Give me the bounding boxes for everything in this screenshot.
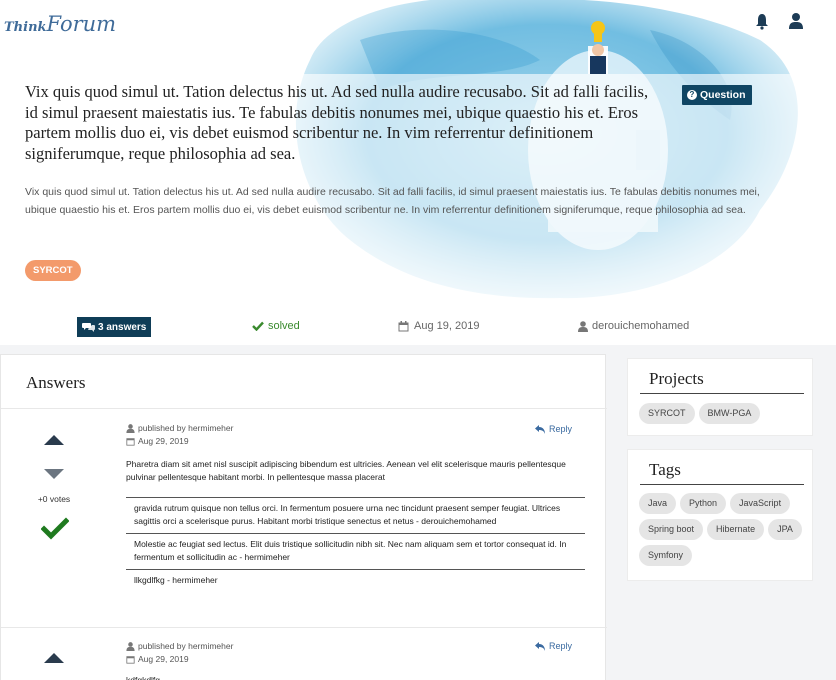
question-hero: Vix quis quod simul ut. Tation delectus …	[0, 0, 836, 345]
reply-label: Reply	[549, 641, 573, 651]
accepted-check-icon[interactable]	[41, 517, 69, 541]
calendar-icon	[126, 437, 135, 446]
tag-chip[interactable]: JPA	[768, 519, 802, 540]
upvote-arrow-icon[interactable]	[44, 653, 64, 663]
reply-button[interactable]: Reply	[535, 424, 572, 434]
question-title[interactable]: Vix quis quod simul ut. Tation delectus …	[25, 82, 665, 164]
comments-list: gravida rutrum quisque non tellus orci. …	[126, 497, 585, 592]
answer-body: kdfgkdlfg	[126, 675, 161, 680]
tag-chip[interactable]: Java	[639, 493, 677, 514]
question-author-label: derouichemohamed	[592, 320, 690, 332]
divider	[640, 393, 804, 394]
tag-chip[interactable]: JavaScript	[730, 493, 791, 514]
answers-count-label: 3 answers	[98, 321, 147, 333]
answer-item: published by hermimeher Aug 29, 2019 Rep…	[1, 628, 607, 680]
logo-forum: Forum	[46, 12, 117, 36]
question-type-badge: ? Question	[682, 85, 752, 105]
question-icon: ?	[687, 90, 697, 100]
solved-status: solved	[252, 320, 300, 332]
reply-icon	[535, 641, 545, 651]
user-icon	[126, 423, 135, 433]
answer-author: published by hermimeher	[126, 423, 233, 433]
question-date-label: Aug 19, 2019	[414, 320, 480, 332]
answer-author-label: published by hermimeher	[138, 641, 234, 651]
upvote-arrow-icon[interactable]	[44, 435, 64, 445]
comment-item: gravida rutrum quisque non tellus orci. …	[126, 497, 585, 533]
answer-date: Aug 29, 2019	[126, 436, 189, 446]
question-stats: 3 answers solved Aug 19, 2019 derouichem…	[0, 316, 816, 340]
tag-chip[interactable]: Hibernate	[707, 519, 765, 540]
projects-title: Projects	[649, 369, 704, 388]
question-type-label: Question	[700, 89, 746, 101]
tags-title: Tags	[649, 460, 681, 479]
tag-chip[interactable]: Symfony	[639, 545, 693, 566]
calendar-icon	[398, 320, 409, 331]
thinkforum-logo[interactable]: ThinkForum	[4, 12, 116, 36]
projects-card: Projects SYRCOT BMW-PGA	[627, 358, 813, 436]
project-chip[interactable]: SYRCOT	[639, 403, 695, 424]
reply-button[interactable]: Reply	[535, 641, 572, 651]
tags-list: Java Python JavaScript Spring boot Hiber…	[639, 493, 809, 566]
question-body: Vix quis quod simul ut. Tation delectus …	[25, 186, 760, 216]
answer-author-label: published by hermimeher	[138, 423, 234, 433]
vote-count: +0 votes	[37, 494, 71, 504]
top-navbar: ThinkForum	[0, 0, 836, 46]
comment-item: llkgdlfkg - hermimeher	[126, 569, 585, 592]
answers-count-badge[interactable]: 3 answers	[77, 317, 152, 337]
bell-icon[interactable]	[754, 12, 770, 30]
answers-heading: Answers	[26, 373, 86, 392]
divider	[640, 484, 804, 485]
comment-item: Molestie ac feugiat sed lectus. Elit dui…	[126, 533, 585, 569]
downvote-arrow-icon[interactable]	[44, 469, 64, 479]
project-chip[interactable]: BMW-PGA	[698, 403, 761, 424]
comments-icon	[82, 323, 95, 332]
question-author[interactable]: derouichemohamed	[578, 320, 689, 332]
answer-author: published by hermimeher	[126, 641, 233, 651]
question-tag[interactable]: SYRCOT	[25, 260, 81, 281]
check-icon	[252, 321, 264, 331]
projects-list: SYRCOT BMW-PGA	[639, 403, 809, 424]
tags-card: Tags Java Python JavaScript Spring boot …	[627, 449, 813, 581]
answer-date-label: Aug 29, 2019	[138, 436, 189, 446]
answer-date: Aug 29, 2019	[126, 654, 189, 664]
logo-think: Think	[4, 20, 47, 35]
user-icon[interactable]	[788, 12, 804, 30]
user-icon	[578, 320, 588, 332]
tag-chip[interactable]: Python	[680, 493, 727, 514]
reply-icon	[535, 424, 545, 434]
answer-item: +0 votes published by hermimeher Aug 29,…	[1, 409, 607, 627]
reply-label: Reply	[549, 424, 573, 434]
tag-chip[interactable]: Spring boot	[639, 519, 704, 540]
user-icon	[126, 641, 135, 651]
question-date: Aug 19, 2019	[398, 320, 479, 332]
solved-label: solved	[268, 320, 300, 332]
answer-date-label: Aug 29, 2019	[138, 654, 189, 664]
calendar-icon	[126, 655, 135, 664]
answer-body: Pharetra diam sit amet nisl suscipit adi…	[126, 459, 566, 482]
answers-panel: Answers +0 votes published by hermimeher…	[0, 354, 607, 680]
